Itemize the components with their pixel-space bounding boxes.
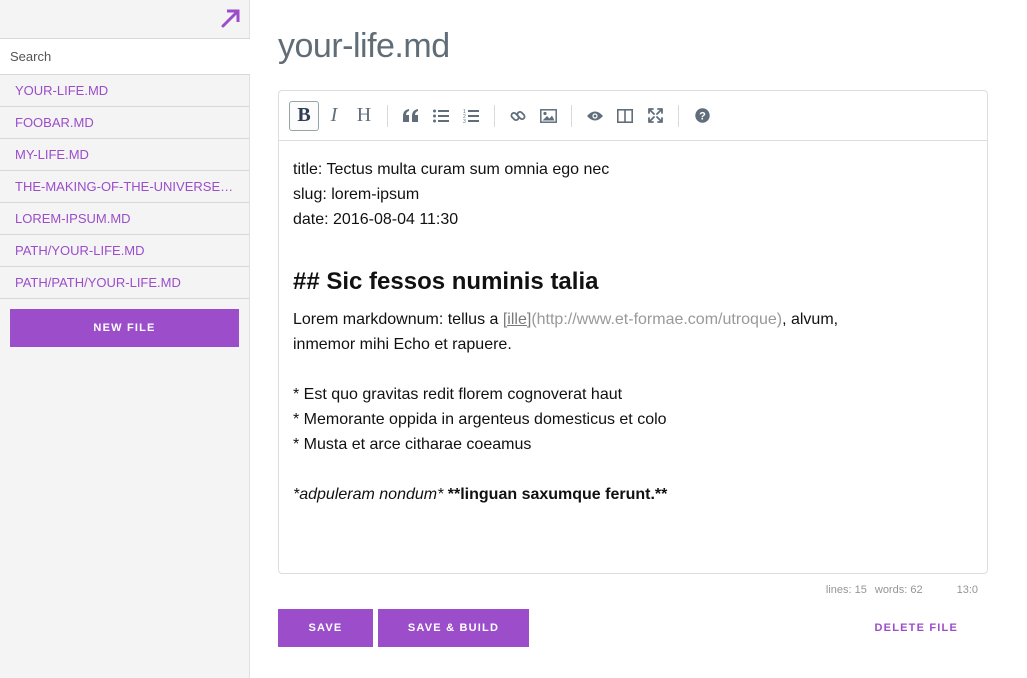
heading-icon[interactable]: H [349,101,379,131]
bold-glyph: B [297,104,311,126]
sidebar-header [0,0,249,38]
paragraph-line: Lorem markdownum: tellus a [ille](http:/… [293,307,973,332]
file-item[interactable]: LOREM-IPSUM.MD [0,203,249,235]
main-panel: your-life.md B I H 123 ? title: Tectus m… [278,0,988,678]
side-by-side-icon[interactable] [610,101,640,131]
paragraph-suffix: , alvum, [782,311,839,328]
fullscreen-icon[interactable] [640,101,670,131]
svg-text:3: 3 [463,119,466,124]
bold-icon[interactable]: B [289,100,319,131]
file-item[interactable]: PATH/PATH/YOUR-LIFE.MD [0,267,249,299]
editor-content[interactable]: title: Tectus multa curam sum omnia ego … [279,141,987,523]
toolbar-separator [678,104,679,127]
preview-icon[interactable] [580,101,610,131]
markdown-editor: B I H 123 ? title: Tectus multa curam su… [278,90,988,574]
new-file-button[interactable]: NEW FILE [10,309,239,347]
help-icon[interactable]: ? [687,101,717,131]
file-list: YOUR-LIFE.MD FOOBAR.MD MY-LIFE.MD THE-MA… [0,75,249,299]
svg-text:?: ? [699,110,706,122]
italic-text: *adpuleram nondum* [293,486,444,503]
search-input[interactable] [0,38,250,75]
toolbar-separator [571,104,572,127]
cursor-position: 13:0 [956,584,978,596]
lines-count: lines: 15 [825,584,867,596]
link-icon[interactable] [503,101,533,131]
file-item[interactable]: PATH/YOUR-LIFE.MD [0,235,249,267]
image-icon[interactable] [533,101,563,131]
markdown-heading: ## Sic fessos numinis talia [293,268,599,295]
italic-glyph: I [330,104,338,126]
expand-arrow-icon[interactable] [219,6,243,30]
file-item[interactable]: THE-MAKING-OF-THE-UNIVERSE.MD [0,171,249,203]
bullet-line: * Memorante oppida in argenteus domestic… [293,411,667,428]
save-button[interactable]: SAVE [278,609,373,647]
ordered-list-icon[interactable]: 123 [456,101,486,131]
file-item[interactable]: FOOBAR.MD [0,107,249,139]
editor-toolbar: B I H 123 ? [279,91,987,141]
heading-glyph: H [356,104,372,126]
frontmatter-slug-line: slug: lorem-ipsum [293,186,420,203]
link-text: [ille] [502,311,532,328]
bullet-line: * Musta et arce citharae coeamus [293,436,532,453]
editor-statusbar: lines: 15 words: 62 13:0 [278,584,988,600]
file-item[interactable]: YOUR-LIFE.MD [0,75,249,107]
frontmatter-title-line: title: Tectus multa curam sum omnia ego … [293,161,610,178]
bold-text: **linguan saxumque ferunt.** [447,486,668,503]
toolbar-separator [387,104,388,127]
delete-file-button[interactable]: DELETE FILE [875,609,958,647]
sidebar: YOUR-LIFE.MD FOOBAR.MD MY-LIFE.MD THE-MA… [0,0,250,678]
italic-icon[interactable]: I [319,101,349,131]
file-item[interactable]: MY-LIFE.MD [0,139,249,171]
words-count: words: 62 [874,584,923,596]
emphasis-line: *adpuleram nondum* **linguan saxumque fe… [293,482,973,507]
paragraph-line: inmemor mihi Echo et rapuere. [293,336,512,353]
quote-icon[interactable] [396,101,426,131]
page-title: your-life.md [278,27,450,65]
link-url: (http://www.et-formae.com/utroque) [531,311,783,328]
save-build-button[interactable]: SAVE & BUILD [378,609,529,647]
frontmatter-date-line: date: 2016-08-04 11:30 [293,211,459,228]
paragraph-prefix: Lorem markdownum: tellus a [293,311,503,328]
unordered-list-icon[interactable] [426,101,456,131]
bullet-line: * Est quo gravitas redit florem cognover… [293,386,623,403]
toolbar-separator [494,104,495,127]
